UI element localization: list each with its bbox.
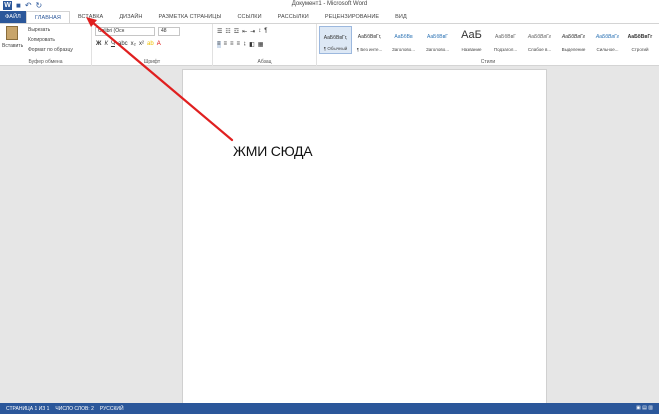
style-normal[interactable]: АаБбВвГг, ¶ Обычный	[319, 26, 352, 54]
status-page[interactable]: СТРАНИЦА 1 ИЗ 1	[6, 406, 49, 412]
tab-mailings[interactable]: РАССЫЛКИ	[270, 11, 317, 23]
style-title[interactable]: АаБ Название	[455, 26, 488, 54]
multilevel-list-icon[interactable]: ☲	[234, 28, 239, 35]
tab-references[interactable]: ССЫЛКИ	[229, 11, 269, 23]
numbering-icon[interactable]: ☷	[225, 28, 230, 35]
style-subtle-emphasis[interactable]: АаБбВвГг Слабое в...	[523, 26, 556, 54]
tab-design[interactable]: ДИЗАЙН	[111, 11, 150, 23]
sort-icon[interactable]: ↕	[258, 28, 261, 35]
shading-icon[interactable]: ◧	[249, 41, 255, 48]
view-mode-icons[interactable]: ▣ ▤ ▥	[636, 405, 653, 411]
style-name: Заголово...	[426, 47, 449, 52]
style-preview: АаБ	[461, 29, 482, 41]
styles-group: АаБбВвГг, ¶ Обычный АаБбВвГг, ¶ Без инте…	[317, 24, 659, 66]
window-title: Документ1 - Microsoft Word	[291, 1, 368, 7]
bullets-icon[interactable]: ☰	[217, 28, 222, 35]
paragraph-group-label: Абзац	[257, 59, 272, 65]
tab-file[interactable]: ФАЙЛ	[0, 11, 26, 23]
style-preview: АаБбВвГг	[595, 34, 620, 40]
title-bar: W ■ ↶ ↻ Документ1 - Microsoft Word	[0, 0, 659, 11]
style-heading-2[interactable]: АаБбВвГ Заголово...	[421, 26, 454, 54]
style-name: Название	[461, 47, 482, 52]
font-group-label: Шрифт	[143, 59, 161, 65]
underline-button[interactable]: Ч	[111, 41, 115, 47]
status-language[interactable]: РУССКИЙ	[100, 406, 124, 412]
paste-button[interactable]: Вставить	[2, 43, 23, 49]
ribbon: Вставить Вырезать Копировать Формат по о…	[0, 23, 659, 66]
decrease-indent-icon[interactable]: ⇤	[242, 28, 247, 35]
align-row: ≡ ≡ ≡ ≡ ↨ ◧ ▦	[217, 41, 263, 48]
italic-button[interactable]: К	[104, 41, 108, 47]
style-name: Подзагол...	[493, 47, 518, 52]
style-name: Слабое в...	[527, 47, 552, 52]
style-preview: АаБбВвГг,	[323, 35, 348, 41]
align-center-icon[interactable]: ≡	[224, 41, 228, 48]
style-name: Выделение	[561, 47, 586, 52]
cut-button[interactable]: Вырезать	[28, 27, 50, 33]
font-format-row: Ж К Ч abc x₂ x² ab A	[96, 41, 161, 47]
status-bar: СТРАНИЦА 1 ИЗ 1 ЧИСЛО СЛОВ: 2 РУССКИЙ ▣ …	[0, 403, 659, 414]
style-name: Строгий	[631, 47, 649, 52]
line-spacing-icon[interactable]: ↨	[243, 41, 246, 48]
style-strong[interactable]: АаБбВвГг Строгий	[625, 26, 655, 54]
tab-home[interactable]: ГЛАВНАЯ	[26, 11, 70, 23]
tab-view[interactable]: ВИД	[387, 11, 415, 23]
tab-insert[interactable]: ВСТАВКА	[70, 11, 111, 23]
style-preview: АаБбВвГг,	[357, 34, 382, 40]
style-subtitle[interactable]: АаБбВвГ Подзагол...	[489, 26, 522, 54]
status-word-count[interactable]: ЧИСЛО СЛОВ: 2	[55, 406, 93, 412]
increase-indent-icon[interactable]: ⇥	[250, 28, 255, 35]
styles-group-label: Стили	[480, 59, 496, 65]
highlight-icon[interactable]: ab	[147, 41, 154, 47]
clipboard-group: Вставить Вырезать Копировать Формат по о…	[0, 24, 92, 66]
style-name: ¶ Обычный	[323, 46, 348, 51]
document-page[interactable]	[182, 69, 547, 414]
ribbon-tabs: ФАЙЛ ГЛАВНАЯ ВСТАВКА ДИЗАЙН РАЗМЕТКА СТР…	[0, 11, 659, 23]
style-preview: АаБбВвГг	[627, 34, 653, 40]
subscript-button[interactable]: x₂	[131, 41, 136, 47]
align-left-icon[interactable]: ≡	[217, 41, 221, 48]
document-text[interactable]: ЖМИ СЮДА	[233, 143, 313, 159]
style-name: Сильное...	[596, 47, 619, 52]
strikethrough-button[interactable]: abc	[118, 41, 128, 47]
copy-button[interactable]: Копировать	[28, 37, 55, 43]
justify-icon[interactable]: ≡	[237, 41, 241, 48]
borders-icon[interactable]: ▦	[258, 41, 264, 48]
font-name-select[interactable]: Calibri (Осн	[95, 27, 155, 36]
style-emphasis[interactable]: АаБбВвГг Выделение	[557, 26, 590, 54]
style-preview: АаБбВвГ	[494, 34, 516, 40]
style-preview: АаБбВвГг	[561, 34, 586, 40]
align-right-icon[interactable]: ≡	[230, 41, 234, 48]
style-heading-1[interactable]: АаБбВв Заголово...	[387, 26, 420, 54]
superscript-button[interactable]: x²	[139, 41, 144, 47]
tab-page-layout[interactable]: РАЗМЕТКА СТРАНИЦЫ	[151, 11, 230, 23]
style-name: Заголово...	[392, 47, 415, 52]
format-painter-button[interactable]: Формат по образцу	[28, 47, 73, 53]
font-color-icon[interactable]: A	[157, 41, 161, 47]
bold-button[interactable]: Ж	[96, 41, 101, 47]
tab-review[interactable]: РЕЦЕНЗИРОВАНИЕ	[317, 11, 387, 23]
style-preview: АаБбВвГг	[527, 34, 552, 40]
style-no-spacing[interactable]: АаБбВвГг, ¶ Без инте...	[353, 26, 386, 54]
paste-icon[interactable]	[6, 26, 18, 40]
clipboard-group-label: Буфер обмена	[28, 59, 63, 65]
style-preview: АаБбВв	[394, 34, 413, 40]
list-row: ☰ ☷ ☲ ⇤ ⇥ ↕ ¶	[217, 28, 267, 35]
style-preview: АаБбВвГ	[426, 34, 448, 40]
font-group: Calibri (Осн 48 Ж К Ч abc x₂ x² ab A Шри…	[92, 24, 213, 66]
paragraph-group: ☰ ☷ ☲ ⇤ ⇥ ↕ ¶ ≡ ≡ ≡ ≡ ↨ ◧ ▦ Абзац	[213, 24, 317, 66]
style-intense-emphasis[interactable]: АаБбВвГг Сильное...	[591, 26, 624, 54]
style-name: ¶ Без инте...	[356, 47, 383, 52]
pilcrow-icon[interactable]: ¶	[264, 28, 267, 35]
font-size-select[interactable]: 48	[158, 27, 180, 36]
